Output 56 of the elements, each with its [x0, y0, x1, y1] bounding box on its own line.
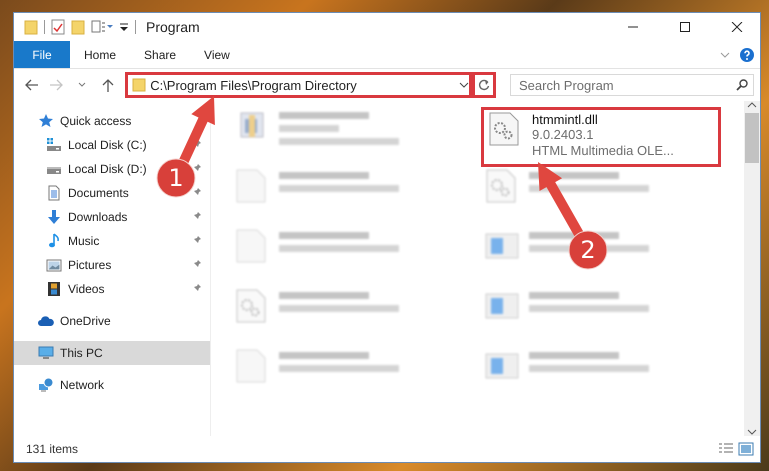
nav-item[interactable]: Network — [60, 378, 104, 392]
nav-item[interactable]: OneDrive — [60, 314, 111, 328]
address-bar[interactable]: C:\Program Files\Program Directory — [125, 72, 472, 98]
expand-ribbon-icon[interactable] — [720, 52, 730, 58]
folder-icon[interactable] — [71, 19, 85, 35]
refresh-icon — [478, 79, 490, 91]
nav-item[interactable]: Quick access — [60, 114, 132, 128]
file-menu-tab[interactable]: File — [14, 41, 70, 68]
down-arrow-icon — [46, 209, 62, 225]
tiles-view-icon[interactable] — [738, 442, 754, 456]
network-icon — [38, 377, 54, 393]
folder-icon[interactable] — [24, 19, 38, 35]
music-note-icon — [46, 233, 62, 249]
window-title: Program — [146, 19, 201, 35]
scroll-down-icon[interactable] — [747, 428, 757, 436]
nav-item[interactable]: Local Disk (D:) — [68, 162, 147, 176]
file-detail: HTML Multimedia OLE... — [532, 143, 674, 159]
forward-arrow-icon — [50, 78, 64, 92]
film-strip-icon — [46, 281, 62, 297]
folder-icon — [132, 78, 146, 92]
checklist-icon[interactable] — [51, 19, 65, 35]
monitor-icon — [38, 345, 54, 361]
back-arrow-icon — [24, 78, 38, 92]
properties-icon[interactable] — [91, 20, 113, 34]
nav-item[interactable]: Videos — [68, 282, 104, 296]
file-name: htmmintl.dll — [532, 112, 599, 127]
close-icon — [731, 22, 743, 32]
star-icon — [38, 113, 54, 129]
dropdown-caret-icon[interactable] — [459, 82, 470, 88]
help-icon[interactable] — [740, 48, 754, 62]
item-count: 131 items — [26, 442, 80, 456]
ribbon-tab[interactable]: Share — [130, 41, 190, 68]
step-badge: 1 — [156, 158, 196, 198]
nav-item[interactable]: Music — [68, 234, 100, 248]
maximize-icon — [679, 22, 691, 32]
nav-item[interactable]: Downloads — [68, 210, 128, 224]
file-detail: 9.0.2403.1 — [532, 127, 594, 143]
nav-item[interactable]: This PC — [14, 341, 210, 365]
refresh-button[interactable] — [472, 72, 496, 98]
step-badge: 2 — [568, 230, 608, 270]
picture-icon — [46, 257, 62, 273]
document-icon — [46, 185, 62, 201]
ribbon-tab[interactable]: View — [190, 41, 244, 68]
nav-item[interactable]: Documents — [68, 186, 129, 200]
file-item[interactable]: htmmintl.dll 9.0.2403.1 HTML Multimedia OLE... — [481, 107, 721, 167]
scroll-thumb[interactable] — [745, 113, 759, 163]
nav-item[interactable]: Pictures — [68, 258, 112, 272]
scroll-up-icon[interactable] — [747, 101, 757, 109]
drive-icon — [46, 137, 62, 153]
ribbon-tab[interactable]: Home — [70, 41, 130, 68]
nav-item[interactable]: Local Disk (C:) — [68, 138, 147, 152]
customize-caret-icon[interactable] — [119, 22, 129, 32]
address-path: C:\Program Files\Program Directory — [150, 78, 358, 92]
up-arrow-icon — [101, 78, 116, 92]
search-field[interactable]: Search Program — [510, 74, 754, 96]
search-icon[interactable] — [736, 79, 748, 91]
